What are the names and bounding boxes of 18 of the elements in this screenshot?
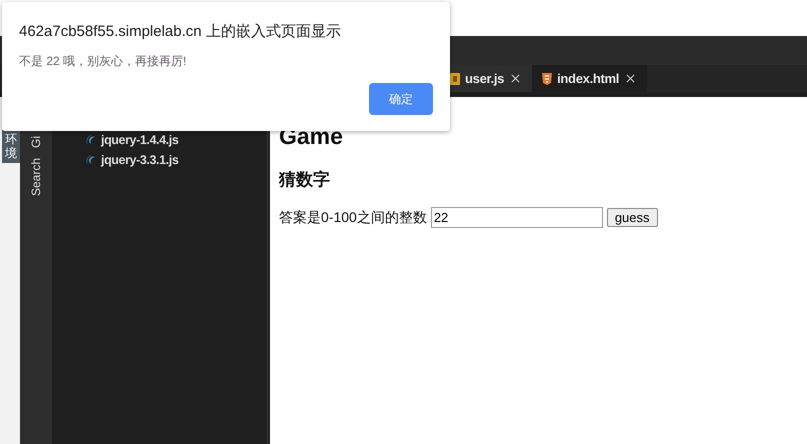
- swirl-icon: [84, 134, 97, 146]
- file-name[interactable]: jquery-1.4.4.js: [101, 133, 178, 147]
- file-name[interactable]: jquery-3.3.1.js: [101, 153, 178, 167]
- editor-tab[interactable]: index.html: [532, 65, 648, 92]
- guess-button[interactable]: guess: [606, 208, 658, 227]
- page-subheading: 猜数字: [279, 169, 331, 191]
- js-file-icon: [450, 72, 460, 84]
- dialog-message: 不是 22 哦，别灰心，再接再厉!: [19, 53, 188, 70]
- prompt-text: 答案是0-100之间的整数: [279, 208, 427, 226]
- swirl-icon: [84, 154, 97, 166]
- close-icon[interactable]: [509, 72, 522, 85]
- activity-tab[interactable]: Search: [29, 158, 43, 196]
- dialog-title: 462a7cb58f55.simplelab.cn 上的嵌入式页面显示: [19, 22, 342, 41]
- guess-input[interactable]: 22: [430, 207, 603, 228]
- environment-badge: 环境: [2, 130, 20, 163]
- html-file-icon: [542, 72, 552, 84]
- activity-tab[interactable]: Gi: [29, 136, 43, 148]
- close-icon[interactable]: [624, 72, 638, 85]
